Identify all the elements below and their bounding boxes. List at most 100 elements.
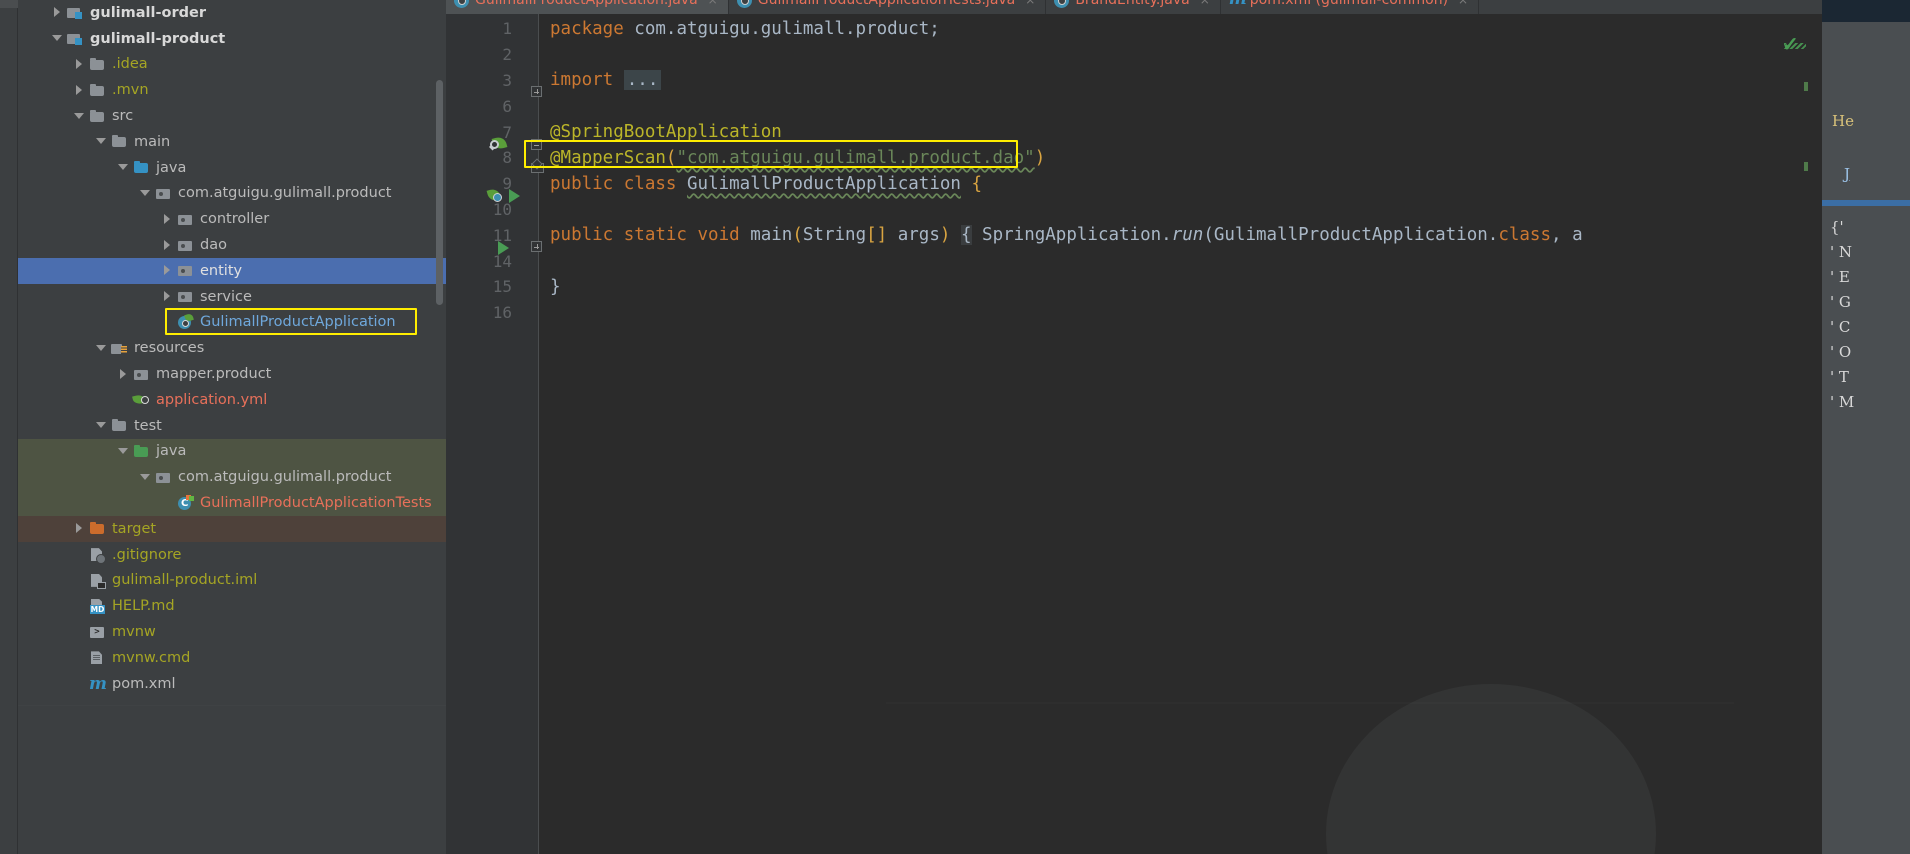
editor-tab-1[interactable]: GulimallProductApplicationTests.java × [729,0,1047,14]
tree-node--idea[interactable]: .idea [18,52,446,78]
code-line-15[interactable]: 15} [446,274,1822,300]
tree-node-src[interactable]: src [18,103,446,129]
tree-node-label: mapper.product [156,366,272,383]
left-tool-strip[interactable] [0,0,18,854]
chevron-down-icon[interactable] [96,136,107,147]
tree-scrollbar[interactable] [436,80,443,305]
chevron-down-icon[interactable] [140,472,151,483]
chevron-right-icon[interactable] [162,291,173,302]
shell-script-icon [89,625,106,640]
tree-node-gulimall-product[interactable]: gulimall-product [18,26,446,52]
chevron-down-icon[interactable] [140,188,151,199]
tree-node-label: java [156,159,187,176]
editor-tab-label: GulimallProductApplication.java [475,0,698,8]
tree-node--mvn[interactable]: .mvn [18,77,446,103]
code-line-7[interactable]: 7 @SpringBootApplication [446,119,1822,145]
chevron-down-icon[interactable] [96,420,107,431]
close-icon[interactable]: × [1025,0,1035,7]
tree-node-gulimall-order[interactable]: gulimall-order [18,0,446,26]
editor-body[interactable]: 1 package com.atguigu.gulimall.product; 2 3… [446,14,1822,854]
tree-node-pom-xml[interactable]: pom.xml [18,671,446,697]
line-content: @MapperScan("com.atguigu.gulimall.produc… [550,147,1046,168]
tree-node-application-yml[interactable]: application.yml [18,387,446,413]
code-line-16[interactable]: 16 [446,300,1822,326]
tree-node-java[interactable]: java [18,155,446,181]
code-line-11[interactable]: 11 public static void main(String[] args)… [446,222,1822,248]
tree-node-mvnw-cmd[interactable]: mvnw.cmd [18,645,446,671]
editor-tab-2[interactable]: BrandEntity.java × [1046,0,1221,14]
editor-tab-label: BrandEntity.java [1075,0,1190,8]
editor-tab-bar[interactable]: GulimallProductApplication.java × Gulimall… [446,0,1822,14]
browser-link[interactable]: J [1844,165,1850,183]
tree-node-com-atguigu-gulimall-product[interactable]: com.atguigu.gulimall.product [18,181,446,207]
chevron-down-icon[interactable] [74,111,85,122]
close-icon[interactable]: × [708,0,718,7]
code-text[interactable]: 1 package com.atguigu.gulimall.product; 2 3… [446,14,1822,854]
tree-node--gitignore[interactable]: .gitignore [18,542,446,568]
chevron-right-icon[interactable] [162,239,173,251]
tree-node-java[interactable]: java [18,438,446,465]
background-browser-window[interactable]: He J {' ' N ' E ' G ' C ' O ' T ' M [1822,0,1910,854]
tree-node-gulimallproductapplicationtests[interactable]: C GulimallProductApplicationTests [18,490,446,516]
project-tree[interactable]: gulimall-order gulimall-product .idea .mvn s… [18,0,446,854]
no-chevron [74,575,85,586]
tree-node-mvnw[interactable]: mvnw [18,619,446,645]
code-line-6[interactable]: 6 [446,93,1822,119]
chevron-right-icon[interactable] [52,7,63,18]
code-line-2[interactable]: 2 [446,42,1822,68]
inspection-status-widget[interactable]: ✓ [1782,32,1808,56]
code-line-3[interactable]: 3 import ... [446,68,1822,94]
excluded-folder-icon [89,521,106,536]
chevron-down-icon[interactable] [118,446,129,457]
tree-node-target[interactable]: target [18,515,446,542]
chevron-right-icon[interactable] [74,58,85,70]
browser-json-line: ' O [1830,343,1852,361]
line-number: 16 [492,303,512,323]
close-icon[interactable]: × [1458,0,1468,7]
chevron-right-icon[interactable] [74,523,85,534]
line-content: public class GulimallProductApplication … [550,173,983,194]
close-icon[interactable]: × [1200,0,1210,7]
tree-node-service[interactable]: service [18,284,446,310]
code-line-14[interactable]: 14 [446,248,1822,274]
marker-stripe-2[interactable] [1804,162,1808,171]
chevron-right-icon[interactable] [74,84,85,96]
editor-tab-0[interactable]: GulimallProductApplication.java × [446,0,729,14]
gitignore-file-icon [89,547,106,565]
tree-node-dao[interactable]: dao [18,232,446,258]
spring-class-icon [454,0,469,8]
chevron-down-icon[interactable] [52,33,63,44]
marker-stripe-1[interactable] [1804,82,1808,91]
tree-node-gulimall-product-iml[interactable]: gulimall-product.iml [18,568,446,594]
tree-node-main[interactable]: main [18,129,446,155]
chevron-down-icon[interactable] [96,343,107,354]
code-line-8[interactable]: 8 @MapperScan("com.atguigu.gulimall.produ… [446,145,1822,171]
tree-node-label: GulimallProductApplicationTests [200,495,432,512]
tree-node-resources[interactable]: resources [18,335,446,361]
chevron-down-icon[interactable] [118,162,129,173]
tree-node-label: .mvn [112,82,149,99]
tree-node-help-md[interactable]: HELP.md [18,593,446,619]
editor-tab-3[interactable]: pom.xml (gulimall-common) × [1221,0,1480,14]
editor-area[interactable]: GulimallProductApplication.java × Gulimall… [446,0,1822,854]
code-line-10[interactable]: 10 [446,197,1822,223]
project-tool-window[interactable]: gulimall-order gulimall-product .idea .mvn s… [18,0,446,854]
line-number: 15 [492,277,512,297]
chevron-right-icon[interactable] [162,265,173,276]
code-line-1[interactable]: 1 package com.atguigu.gulimall.product; [446,16,1822,42]
tree-node-label: com.atguigu.gulimall.product [178,469,392,486]
tree-node-controller[interactable]: controller [18,206,446,232]
tree-node-com-atguigu-gulimall-product[interactable]: com.atguigu.gulimall.product [18,464,446,491]
browser-json-line: ' N [1830,243,1853,261]
chevron-right-icon[interactable] [118,368,129,380]
line-content: public static void main(String[] args) {… [550,225,1583,246]
tree-node-test[interactable]: test [18,413,446,439]
code-line-9[interactable]: 9 public class GulimallProductApplication… [446,171,1822,197]
tree-node-mapper-product[interactable]: mapper.product [18,361,446,387]
line-content: @SpringBootApplication [550,122,782,143]
tree-node-gulimallproductapplication[interactable]: GulimallProductApplication [18,310,446,336]
tree-node-entity[interactable]: entity [18,257,446,284]
tree-node-label: mvnw [112,624,156,641]
browser-json-line: ' T [1830,368,1849,386]
chevron-right-icon[interactable] [162,213,173,225]
